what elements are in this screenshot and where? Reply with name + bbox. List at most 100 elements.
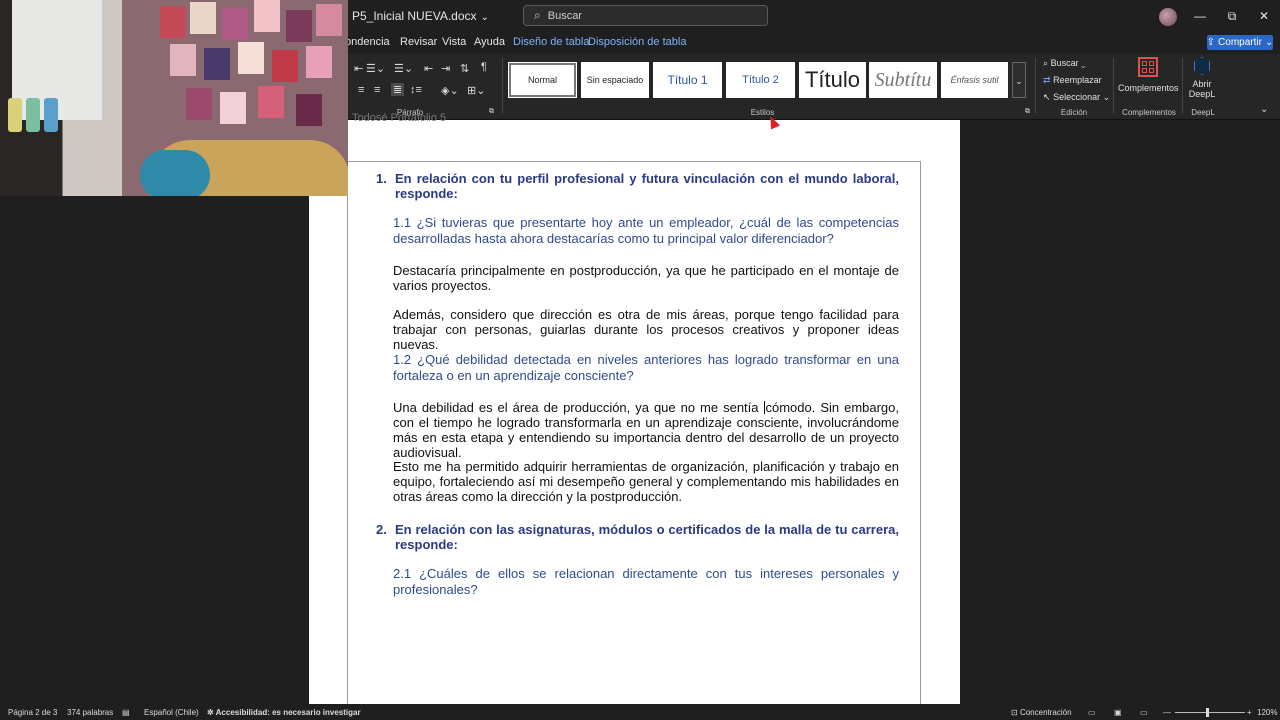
print-layout-icon[interactable]: ▣ (1114, 708, 1122, 717)
decrease-indent-icon[interactable]: ⇤ (354, 62, 363, 75)
outdent-icon[interactable]: ⇤ (424, 62, 433, 75)
select-button[interactable]: ↖ Seleccionar ⌄ (1043, 92, 1110, 103)
focus-icon: ⊡ (1011, 708, 1018, 717)
can (8, 98, 22, 132)
zoom-slider-thumb[interactable] (1206, 708, 1209, 717)
question-2-number: 2. (376, 522, 387, 537)
align-center-icon[interactable]: ≡ (358, 84, 364, 96)
search-icon: ⌕ (534, 8, 541, 22)
focus-mode-button[interactable]: ⊡ Concentración (1011, 708, 1072, 717)
style-titulo[interactable]: Título (799, 62, 866, 98)
group-label-edicion: Edición (1060, 108, 1088, 117)
sort-icon[interactable]: ⇅ (460, 62, 469, 75)
search-icon: ⌕ (1043, 58, 1049, 68)
subquestion-1-2: 1.2 ¿Qué debilidad detectada en niveles … (393, 352, 899, 383)
share-icon: ⇪ (1206, 37, 1216, 48)
addins-button[interactable]: Complementos (1118, 57, 1179, 93)
zoom-in-button[interactable]: + (1247, 708, 1252, 717)
webcam-pillow (140, 150, 210, 196)
line-spacing-icon[interactable]: ↕≡ (410, 84, 422, 96)
tab-correspondencia[interactable]: ondencia (345, 36, 390, 48)
focus-label: Concentración (1019, 708, 1072, 717)
poster (204, 48, 230, 80)
word-count[interactable]: 374 palabras (67, 708, 113, 717)
tab-diseno-de-tabla[interactable]: Diseño de tabla (513, 36, 589, 48)
style-subtitulo[interactable]: Subtítu (869, 62, 937, 98)
answer-text-before-caret: Una debilidad es el área de producción, … (393, 400, 764, 415)
chevron-down-icon: ⌄ (1102, 92, 1111, 102)
numbering-icon[interactable]: ☰⌄ (366, 62, 385, 75)
style-normal[interactable]: Normal (508, 62, 577, 98)
restore-button[interactable]: ⧉ (1220, 6, 1244, 26)
page-count[interactable]: Página 2 de 3 (8, 708, 57, 717)
poster (286, 10, 312, 42)
divider (1182, 58, 1183, 114)
collapse-ribbon-icon[interactable]: ⌄ (1260, 104, 1268, 115)
avatar[interactable] (1159, 8, 1177, 26)
pilcrow-icon[interactable]: ¶ (481, 61, 487, 73)
style-enfasis-sutil[interactable]: Énfasis sutil (941, 62, 1008, 98)
tab-revisar[interactable]: Revisar (400, 36, 437, 48)
find-button[interactable]: ⌕ Buscar ⌄ (1043, 58, 1085, 69)
chevron-down-icon: ⌄ (1264, 37, 1274, 48)
dialog-launcher-icon[interactable]: ⧉ (489, 108, 494, 116)
share-button[interactable]: ⇪ Compartir ⌄ (1207, 35, 1273, 50)
divider (1035, 58, 1036, 114)
share-label: Compartir (1218, 37, 1262, 48)
question-1-number: 1. (376, 171, 387, 186)
shading-icon[interactable]: ◈⌄ (441, 84, 459, 97)
tab-ayuda[interactable]: Ayuda (474, 36, 505, 48)
accessibility-indicator[interactable]: ✲ Accesibilidad: es necesario investigar (207, 708, 361, 717)
poster (258, 86, 284, 118)
poster (170, 44, 196, 76)
web-layout-icon[interactable]: ▭ (1140, 708, 1148, 717)
style-titulo-1[interactable]: Título 1 (653, 62, 722, 98)
poster (272, 50, 298, 82)
zoom-slider[interactable] (1175, 712, 1245, 713)
deepl-label-line2: DeepL (1188, 89, 1216, 99)
divider (502, 58, 503, 114)
poster (186, 88, 212, 120)
justify-icon[interactable]: ≣ (391, 83, 405, 96)
poster (190, 2, 216, 34)
replace-label: Reemplazar (1053, 75, 1102, 85)
find-label: Buscar (1050, 58, 1079, 68)
tab-vista[interactable]: Vista (442, 36, 466, 48)
document-name: P5_Inicial NUEVA.docx (352, 9, 477, 23)
question-1-heading: 1. En relación con tu perfil profesional… (376, 171, 899, 201)
close-button[interactable]: ✕ (1252, 6, 1276, 26)
styles-gallery: Normal Sin espaciado Título 1 Título 2 T… (507, 62, 1027, 100)
question-2-text: En relación con las asignaturas, módulos… (395, 522, 899, 552)
zoom-level[interactable]: 120% (1257, 708, 1277, 717)
status-bar: Página 2 de 3 374 palabras ▤ Español (Ch… (0, 704, 1280, 720)
multilevel-list-icon[interactable]: ☰⌄ (394, 62, 413, 75)
answer-1-2-paragraph-2: Esto me ha permitido adquirir herramient… (393, 459, 899, 504)
style-sin-espaciado[interactable]: Sin espaciado (581, 62, 649, 98)
open-deepl-button[interactable]: Abrir DeepL (1186, 57, 1218, 99)
replace-button[interactable]: ⇄ Reemplazar (1043, 75, 1102, 86)
minimize-button[interactable]: — (1188, 6, 1212, 26)
can (44, 98, 58, 132)
group-label-complementos: Complementos (1122, 108, 1176, 117)
poster (220, 92, 246, 124)
document-title[interactable]: P5_Inicial NUEVA.docx ⌄ (352, 9, 489, 23)
proofing-icon[interactable]: ▤ (122, 708, 130, 717)
webcam-overlay (0, 0, 348, 196)
search-input[interactable]: ⌕ Buscar (523, 5, 768, 26)
addins-label: Complementos (1118, 83, 1179, 93)
styles-more-button[interactable]: ⌄ (1012, 62, 1026, 98)
indent-icon[interactable]: ⇥ (441, 62, 450, 75)
answer-1-1-paragraph-1: Destacaría principalmente en postproducc… (393, 263, 899, 293)
dialog-launcher-icon[interactable]: ⧉ (1025, 108, 1030, 116)
read-mode-icon[interactable]: ▭ (1088, 708, 1096, 717)
webcam-shelf (0, 98, 70, 138)
can (26, 98, 40, 132)
borders-icon[interactable]: ⊞⌄ (467, 84, 485, 97)
align-right-icon[interactable]: ≡ (374, 84, 380, 96)
tab-disposicion-de-tabla[interactable]: Disposición de tabla (588, 36, 686, 48)
chevron-down-icon: ⌄ (1081, 58, 1086, 68)
poster (254, 0, 280, 32)
style-titulo-2[interactable]: Título 2 (726, 62, 795, 98)
zoom-out-button[interactable]: — (1163, 708, 1171, 717)
language-indicator[interactable]: Español (Chile) (144, 708, 199, 717)
